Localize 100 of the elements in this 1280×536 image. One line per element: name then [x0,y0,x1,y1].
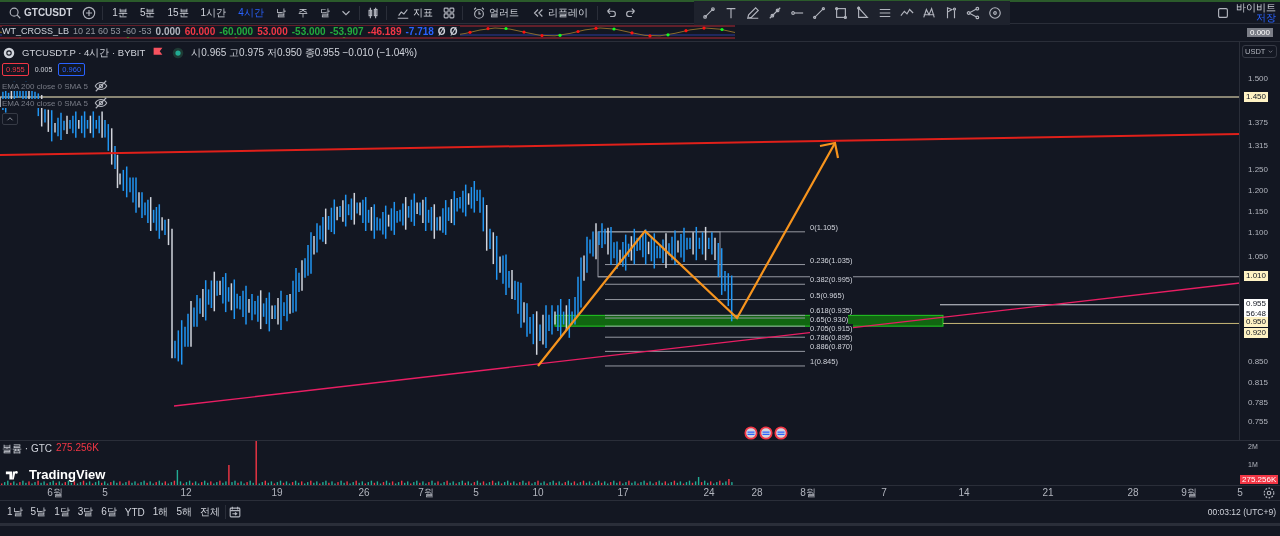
interval-tab[interactable]: 달 [316,5,333,20]
alert-button[interactable]: 얼러트 [468,5,522,20]
symbol-title: GTCUSDT.P · 4시간 · BYBIT [22,46,146,60]
time-label: 5 [1237,487,1243,499]
calendar-icon[interactable] [227,505,242,519]
indicator-value: Ø [449,26,458,37]
volume-label: 볼륨 · GTC [2,442,52,456]
range-button[interactable]: YTD [121,506,148,518]
time-label: 6월 [47,487,63,499]
layout-grid-icon[interactable] [441,5,456,20]
time-label: 26 [358,487,370,499]
chevron-down-icon [1267,48,1275,55]
volume-tag: 275.256K [1240,475,1279,484]
rectangle-icon[interactable] [833,5,848,20]
range-button[interactable]: 전체 [196,505,223,519]
study-label: EMA 240 close 0 SMA 5 [2,98,88,108]
interval-tab[interactable]: 4시간 [235,5,267,20]
price-tick: 1.315 [1248,141,1269,150]
ruler-icon[interactable] [767,5,782,20]
indicator-value: -7.718 [405,26,434,37]
brand-name: TradingView [29,467,106,482]
clock-time: 00:03:12 (UTC+9) [1207,507,1276,517]
event-marker-icon[interactable] [774,426,788,440]
event-marker-icon[interactable] [759,426,773,440]
price-tick: 0.815 [1248,378,1269,387]
time-label: 17 [617,487,629,499]
time-label: 14 [958,487,970,499]
price-tick: 1.200 [1248,186,1269,195]
price-tag: 1.010 [1244,271,1269,281]
time-label: 9월 [1181,487,1197,499]
broker-name[interactable]: 바이비트 [1236,2,1276,13]
trend-line-icon[interactable] [701,5,716,20]
indicator-value: Ø [437,26,446,37]
time-label: 7월 [418,487,434,499]
line-icon[interactable] [811,5,826,20]
indicator-value: -53.000 [291,26,326,37]
pattern-icon[interactable] [921,5,936,20]
countdown-timer: 56:48 [1246,309,1267,319]
indicator-value: 53.000 [257,26,288,37]
interval-tab[interactable]: 15분 [164,5,192,20]
indicator-value: -53.907 [329,26,364,37]
search-icon [8,5,22,20]
interval-tab[interactable]: 1시간 [197,5,230,20]
status-dot-icon [171,46,186,60]
range-button[interactable]: 1날 [4,505,26,519]
square-icon[interactable] [1216,5,1230,20]
eye-off-icon[interactable] [93,79,108,93]
range-button[interactable]: 6달 [98,505,120,519]
event-marker-icon[interactable] [744,426,758,440]
price-tick: 1.250 [1248,165,1269,174]
price-tick: 0.850 [1248,357,1269,366]
range-button[interactable]: 5날 [27,505,50,519]
price-tick: 1.150 [1248,207,1269,216]
interval-tab[interactable]: 주 [294,5,311,20]
time-label: 8월 [800,487,816,499]
time-label: 5 [102,487,108,499]
time-label: 28 [1127,487,1139,499]
interval-tab[interactable]: 1분 [109,5,131,20]
eye-off-icon[interactable] [93,96,108,110]
price-tick: 1.050 [1248,252,1269,261]
triangle-icon[interactable] [855,5,870,20]
price-tick: 0.755 [1248,417,1269,426]
plus-circle-icon[interactable] [82,5,97,20]
settings-icon[interactable] [1262,486,1276,500]
redo-icon[interactable] [623,5,638,20]
price-tick: 1.500 [1248,74,1269,83]
time-label: 5 [473,487,479,499]
range-button[interactable]: 1해 [149,505,172,519]
interval-tab[interactable]: 날 [272,5,289,20]
candlestick-icon[interactable] [365,5,380,20]
brush-icon[interactable] [745,5,760,20]
price-tag: 0.950 [1244,317,1269,327]
indicator-value: -60.000 [219,26,254,37]
save-link[interactable]: 저장 [1256,12,1276,23]
range-button[interactable]: 1달 [51,505,73,519]
volume-value: 275.256K [56,442,99,455]
axis-value-tag: 0.000 [1247,28,1273,37]
range-button[interactable]: 5해 [173,505,195,519]
price-tick: 1.375 [1248,118,1269,127]
indicator-value: -46.189 [367,26,402,37]
range-button[interactable]: 3달 [74,505,97,519]
alarm-clock-icon [471,5,486,20]
time-label: 24 [703,487,715,499]
time-label: 19 [271,487,283,499]
price-tick: 0.785 [1248,398,1269,407]
time-label: 10 [532,487,544,499]
indicator-params: 10 21 60 53 -60 -53 [73,26,152,37]
ohlc-values: 시0.965 고0.975 저0.950 종0.955 −0.010 (−1.04%) [191,46,417,60]
time-label: 21 [1042,487,1054,499]
target-icon[interactable] [987,5,1002,20]
nodes-icon[interactable] [965,5,980,20]
price-tag: 1.450 [1244,92,1269,102]
time-label: 12 [180,487,192,499]
indicator-name: WT_CROSS_LB [2,26,70,37]
time-label: 28 [751,487,763,499]
indicator-value: 60.000 [184,26,216,37]
indicators-button[interactable]: 지표 [392,5,436,20]
replay-button[interactable]: 리플레이 [527,5,591,20]
interval-tab[interactable]: 5분 [136,5,159,20]
symbol-search[interactable]: GTCUSDT [4,5,77,20]
